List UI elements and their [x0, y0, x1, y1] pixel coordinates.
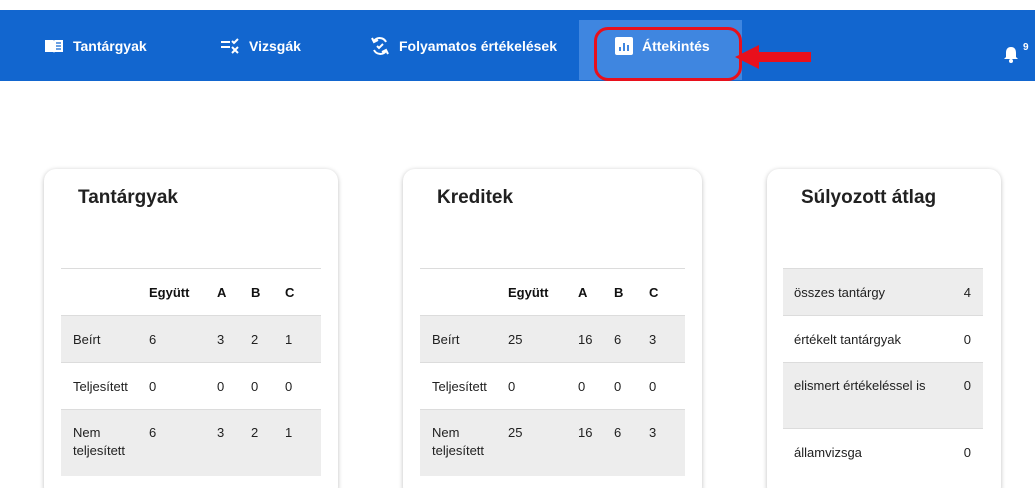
- refresh-check-icon: [370, 36, 390, 56]
- credits-table: Együtt A B C Beírt 25 16 6 3 Teljesített…: [420, 268, 685, 476]
- table-header-row: Együtt A B C: [61, 268, 321, 316]
- subjects-table: Együtt A B C Beírt 6 3 2 1 Teljesített 0…: [61, 268, 321, 476]
- cell-value: 25: [508, 315, 578, 363]
- card-title: Kreditek: [437, 187, 514, 208]
- cell-value: 6: [614, 409, 649, 476]
- cell-value: 1: [285, 409, 321, 476]
- table-row: elismert értékeléssel is 0: [783, 362, 983, 429]
- table-row: összes tantárgy 4: [783, 268, 983, 316]
- row-label: Teljesített: [420, 362, 508, 410]
- top-navbar: Tantárgyak Vizsgák Folyamatos értékelése…: [0, 10, 1035, 81]
- cell-value: 6: [149, 409, 217, 476]
- cell-value: 0: [149, 362, 217, 410]
- checklist-icon: [220, 37, 240, 54]
- column-header: A: [217, 268, 251, 316]
- cell-value: 1: [285, 315, 321, 363]
- cell-value: 0: [217, 362, 251, 410]
- nav-tab-label: Folyamatos értékelések: [399, 37, 557, 54]
- cell-value: 6: [149, 315, 217, 363]
- cell-value: 16: [578, 409, 614, 476]
- column-header: B: [251, 268, 285, 316]
- cell-value: 0: [614, 362, 649, 410]
- row-label: értékelt tantárgyak: [783, 315, 943, 363]
- bell-icon[interactable]: [1003, 46, 1019, 63]
- table-header-row: Együtt A B C: [420, 268, 685, 316]
- cell-value: 0: [943, 315, 983, 363]
- cell-value: 2: [251, 409, 285, 476]
- notification-count: 9: [1023, 42, 1029, 53]
- row-label: összes tantárgy: [783, 268, 943, 316]
- cell-value: 0: [943, 362, 983, 429]
- card-title: Súlyozott átlag: [801, 187, 937, 208]
- cell-value: 3: [217, 315, 251, 363]
- row-label: elismert értékeléssel is: [783, 362, 943, 429]
- highlight-annotation-box: [594, 27, 742, 81]
- cell-value: 3: [649, 315, 685, 363]
- column-header: Együtt: [508, 268, 578, 316]
- table-row: Teljesített 0 0 0 0: [420, 362, 685, 410]
- column-header: Együtt: [149, 268, 217, 316]
- subjects-card: Tantárgyak Együtt A B C Beírt 6 3 2 1 Te…: [44, 169, 338, 488]
- card-title: Tantárgyak: [78, 187, 178, 208]
- row-label: Beírt: [420, 315, 508, 363]
- row-label: államvizsga: [783, 428, 943, 476]
- nav-tab-continuous-assessments[interactable]: Folyamatos értékelések: [370, 10, 557, 81]
- weighted-average-table: összes tantárgy 4 értékelt tantárgyak 0 …: [783, 268, 983, 476]
- table-row: Beírt 6 3 2 1: [61, 315, 321, 363]
- cell-value: 2: [251, 315, 285, 363]
- table-row: Nem teljesített 6 3 2 1: [61, 409, 321, 476]
- red-arrow-icon: [735, 45, 811, 69]
- row-label: Nem teljesített: [420, 409, 508, 476]
- cell-value: 4: [943, 268, 983, 316]
- table-row: Beírt 25 16 6 3: [420, 315, 685, 363]
- table-row: államvizsga 0: [783, 428, 983, 476]
- cell-value: 16: [578, 315, 614, 363]
- cell-value: 3: [649, 409, 685, 476]
- nav-tab-exams[interactable]: Vizsgák: [220, 10, 301, 81]
- cell-value: 0: [251, 362, 285, 410]
- column-header: C: [285, 268, 321, 316]
- nav-tab-label: Tantárgyak: [73, 37, 147, 54]
- weighted-average-card: Súlyozott átlag összes tantárgy 4 értéke…: [767, 169, 1001, 488]
- book-icon: [44, 38, 64, 54]
- nav-tab-subjects[interactable]: Tantárgyak: [44, 10, 147, 81]
- cell-value: 3: [217, 409, 251, 476]
- cell-value: 6: [614, 315, 649, 363]
- row-label: Beírt: [61, 315, 149, 363]
- column-header: B: [614, 268, 649, 316]
- table-row: Teljesített 0 0 0 0: [61, 362, 321, 410]
- credits-card: Kreditek Együtt A B C Beírt 25 16 6 3 Te…: [403, 169, 702, 488]
- row-label: Nem teljesített: [61, 409, 149, 476]
- table-row: értékelt tantárgyak 0: [783, 315, 983, 363]
- cell-value: 0: [578, 362, 614, 410]
- cell-value: 0: [649, 362, 685, 410]
- row-label: Teljesített: [61, 362, 149, 410]
- nav-tab-label: Vizsgák: [249, 37, 301, 54]
- cell-value: 0: [285, 362, 321, 410]
- cell-value: 0: [943, 428, 983, 476]
- cell-value: 0: [508, 362, 578, 410]
- column-header: A: [578, 268, 614, 316]
- column-header: C: [649, 268, 685, 316]
- table-row: Nem teljesített 25 16 6 3: [420, 409, 685, 476]
- cell-value: 25: [508, 409, 578, 476]
